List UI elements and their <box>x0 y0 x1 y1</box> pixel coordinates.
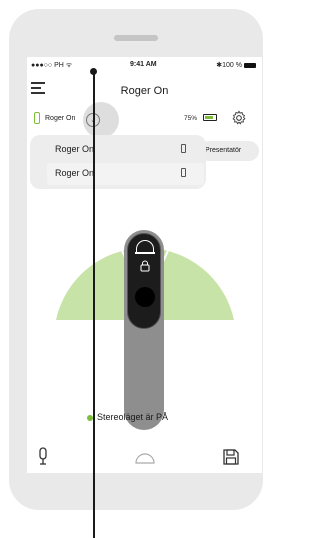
page-title: Roger On <box>120 85 169 97</box>
device-battery-bar <box>203 114 217 121</box>
carrier-signal: ●●●○○ PH ᯤ <box>31 62 73 69</box>
device-battery-icon <box>34 112 40 124</box>
callout-pointer-dot <box>90 68 97 75</box>
status-battery: ✱100 % <box>216 61 256 69</box>
status-bar: ●●●○○ PH ᯤ 9:41 AM ✱100 % <box>27 57 262 73</box>
device-dropdown: Roger On Roger On <box>30 135 206 189</box>
phone-speaker <box>114 35 158 41</box>
presentator-mode-button[interactable]: Presentatör <box>199 141 259 161</box>
stereo-status: Stereoläget är PÅ <box>27 411 262 425</box>
app-screen: ●●●○○ PH ᯤ 9:41 AM ✱100 % Roger On Roger… <box>27 57 262 473</box>
presentator-label: Presentatör <box>205 147 242 154</box>
status-time: 9:41 AM <box>130 61 157 68</box>
microphone-icon[interactable] <box>37 447 49 467</box>
microphone-head <box>127 233 161 329</box>
gear-icon[interactable] <box>231 110 247 126</box>
battery-icon <box>244 62 256 68</box>
dropdown-item-label: Roger On <box>55 144 95 154</box>
roger-microphone-device <box>124 230 164 430</box>
callout-pointer-line <box>93 71 95 538</box>
stereo-status-text: Stereoläget är PÅ <box>97 412 169 422</box>
save-icon[interactable] <box>222 448 240 466</box>
dome-icon[interactable] <box>133 450 157 466</box>
dropdown-item[interactable]: Roger On <box>47 163 204 185</box>
battery-icon <box>181 144 186 153</box>
device-name[interactable]: Roger On <box>45 115 75 122</box>
lock-icon <box>140 260 150 272</box>
tab-bar <box>27 442 262 473</box>
device-battery-percent: 75% <box>184 115 198 122</box>
battery-icon <box>181 168 186 177</box>
status-battery-text: ✱100 % <box>216 62 242 69</box>
dome-icon <box>136 240 154 252</box>
dropdown-item-label: Roger On <box>55 168 95 178</box>
mute-button[interactable] <box>135 287 155 307</box>
dropdown-item[interactable]: Roger On <box>47 139 204 161</box>
device-row: Roger On ⌄ 75% <box>27 109 262 131</box>
nav-bar: Roger On <box>27 75 262 103</box>
